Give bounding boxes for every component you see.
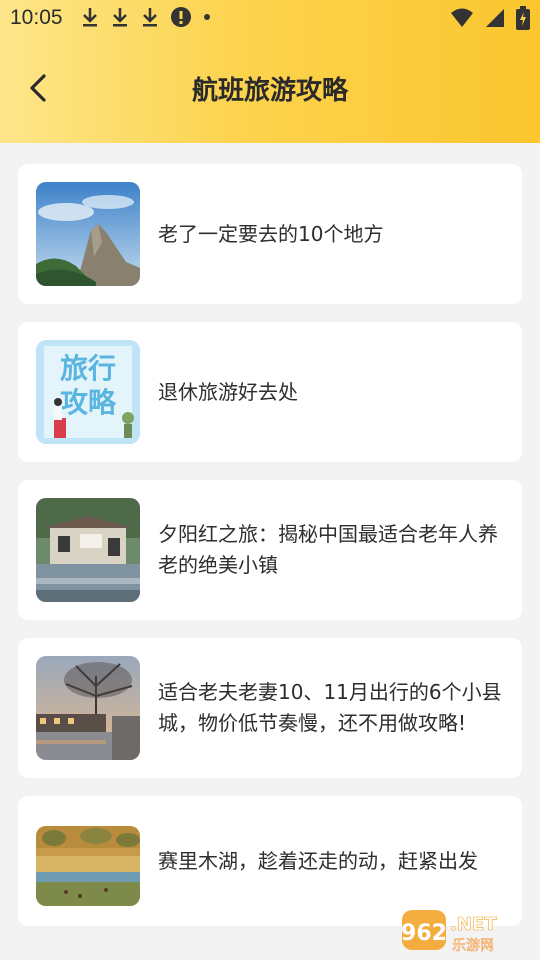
svg-text:攻略: 攻略 (60, 386, 117, 419)
article-title: 夕阳红之旅：揭秘中国最适合老年人养老的绝美小镇 (158, 522, 498, 577)
header: 10:05 航班旅游攻略 (0, 0, 540, 143)
article-card[interactable]: 旅行 攻略 退休旅游好去处 (18, 322, 522, 462)
battery-icon (516, 6, 530, 30)
nav-bar: 航班旅游攻略 (0, 60, 540, 116)
article-thumbnail-river-town (36, 656, 140, 760)
article-thumbnail-travel-guide: 旅行 攻略 (36, 340, 140, 444)
svg-text:962: 962 (401, 921, 447, 946)
download-icon (113, 8, 127, 27)
article-card[interactable]: 夕阳红之旅：揭秘中国最适合老年人养老的绝美小镇 (18, 480, 522, 620)
download-icon (83, 8, 97, 27)
article-thumbnail-old-town (36, 498, 140, 602)
article-title: 适合老夫老妻10、11月出行的6个小县城，物价低节奏慢，还不用做攻略! (158, 680, 502, 735)
system-icons (450, 6, 530, 30)
svg-text:.NET: .NET (450, 914, 497, 935)
article-card[interactable]: 适合老夫老妻10、11月出行的6个小县城，物价低节奏慢，还不用做攻略! (18, 638, 522, 778)
watermark-logo: 962 .NET 乐游网 (400, 908, 534, 956)
page-title: 航班旅游攻略 (191, 76, 348, 106)
signal-icon (486, 9, 504, 27)
alert-icon (171, 7, 191, 27)
dot-icon (204, 14, 210, 20)
download-icon (143, 8, 157, 27)
svg-text:旅行: 旅行 (60, 352, 116, 385)
status-bar: 10:05 (0, 0, 540, 38)
svg-text:乐游网: 乐游网 (452, 938, 494, 954)
article-thumbnail-lake (36, 826, 140, 906)
article-card[interactable]: 赛里木湖，趁着还走的动，赶紧出发 (18, 796, 522, 926)
wifi-icon (451, 8, 473, 27)
article-card[interactable]: 老了一定要去的10个地方 (18, 164, 522, 304)
article-title: 退休旅游好去处 (158, 379, 298, 404)
article-title: 赛里木湖，趁着还走的动，赶紧出发 (158, 848, 478, 873)
notification-icons (80, 6, 212, 28)
article-list: 老了一定要去的10个地方 旅行 攻略 退休旅游好去处 夕阳红之旅：揭秘中国最适合… (18, 164, 522, 944)
status-time: 10:05 (10, 6, 63, 29)
article-title: 老了一定要去的10个地方 (158, 221, 384, 246)
article-thumbnail-mountain (36, 182, 140, 286)
